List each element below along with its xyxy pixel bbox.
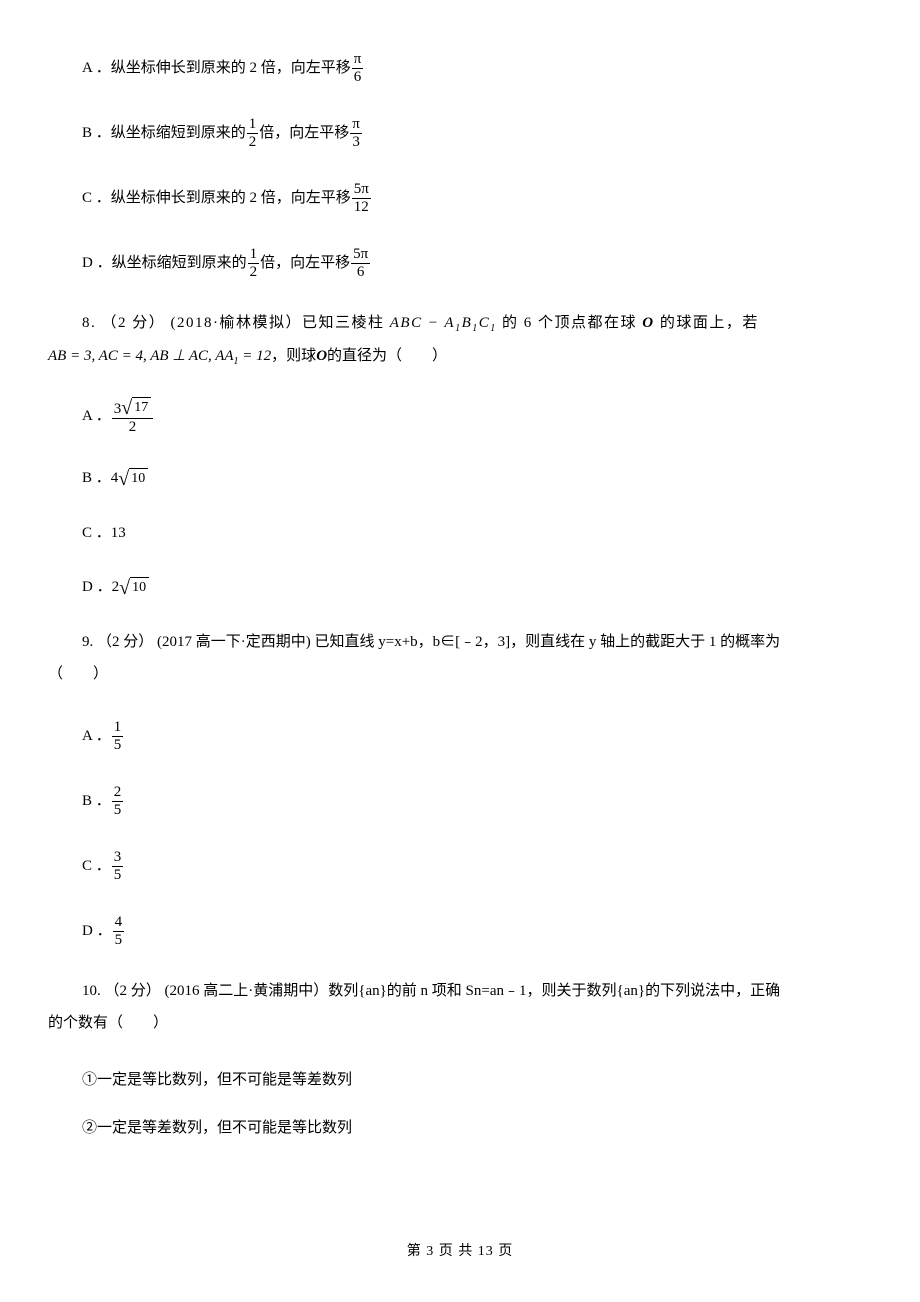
label: A ． bbox=[82, 405, 111, 428]
label: C ．13 bbox=[82, 522, 126, 545]
text: 的球面上，若 bbox=[660, 315, 759, 331]
q9-line2: （ ） bbox=[48, 663, 872, 686]
q8-line2: AB = 3, AC = 4, AB ⊥ AC, AA1 = 12 ，则球 O … bbox=[48, 345, 872, 368]
fraction-3-5: 3 5 bbox=[112, 850, 124, 883]
text: C ．纵坐标伸长到原来的 2 倍，向左平移 bbox=[82, 187, 351, 210]
fraction-1-5: 1 5 bbox=[112, 720, 124, 753]
q9-option-c: C ． 3 5 bbox=[82, 850, 872, 883]
fraction-pi-over-6: π 6 bbox=[352, 52, 364, 85]
sqrt-icon: √10 bbox=[118, 468, 148, 488]
fraction-2-5: 2 5 bbox=[112, 785, 124, 818]
text: ，则球 bbox=[271, 345, 316, 368]
q10-line2: 的个数有（ ） bbox=[48, 1012, 872, 1035]
q9-line1: 9. （2 分） (2017 高一下·定西期中) 已知直线 y=x+b，b∈[﹣… bbox=[82, 631, 872, 654]
q8-option-d: D ． 2√10 bbox=[82, 576, 872, 599]
fraction-pi-over-3: π 3 bbox=[350, 117, 362, 150]
sqrt-icon: √10 bbox=[119, 577, 149, 597]
math-O: O bbox=[316, 345, 327, 368]
q8-line1: 8. （2 分） (2018·榆林模拟）已知三棱柱 ABC − A1B1C1 的… bbox=[82, 312, 872, 335]
q10-line1: 10. （2 分） (2016 高二上·黄浦期中）数列{an}的前 n 项和 S… bbox=[82, 980, 872, 1003]
fraction-4-5: 4 5 bbox=[113, 915, 125, 948]
text: B ．纵坐标缩短到原来的 bbox=[82, 122, 246, 145]
text: 倍，向左平移 bbox=[260, 252, 350, 275]
label: B ． bbox=[82, 467, 111, 490]
page-footer: 第 3 页 共 13 页 bbox=[0, 1241, 920, 1262]
q8-option-b: B ． 4√10 bbox=[82, 467, 872, 490]
fraction-5pi-over-6: 5π 6 bbox=[351, 247, 370, 280]
text: 倍，向左平移 bbox=[259, 122, 349, 145]
q7-option-d: D ．纵坐标缩短到原来的 1 2 倍，向左平移 5π 6 bbox=[82, 247, 872, 280]
fraction-half: 1 2 bbox=[248, 247, 260, 280]
q9-option-d: D ． 4 5 bbox=[82, 915, 872, 948]
text: 8. （2 分） (2018·榆林模拟）已知三棱柱 bbox=[82, 315, 390, 331]
q9-option-a: A ． 1 5 bbox=[82, 720, 872, 753]
q7-option-a: A ．纵坐标伸长到原来的 2 倍，向左平移 π 6 bbox=[82, 52, 872, 85]
sqrt-icon: √17 bbox=[121, 397, 151, 417]
text: 的 6 个顶点都在球 bbox=[502, 315, 642, 331]
fraction-half: 1 2 bbox=[247, 117, 259, 150]
label: A ． bbox=[82, 725, 111, 748]
label: D ． bbox=[82, 920, 112, 943]
q10-stmt-1: ①一定是等比数列，但不可能是等差数列 bbox=[82, 1069, 872, 1092]
fraction-3sqrt17-over-2: 3√17 2 bbox=[112, 397, 153, 435]
text: 的直径为（ ） bbox=[327, 345, 447, 368]
q9-option-b: B ． 2 5 bbox=[82, 785, 872, 818]
text: D ．纵坐标缩短到原来的 bbox=[82, 252, 247, 275]
q8-option-c: C ．13 bbox=[82, 522, 872, 545]
q7-option-c: C ．纵坐标伸长到原来的 2 倍，向左平移 5π 12 bbox=[82, 182, 872, 215]
math-expr: ABC − A1B1C1 bbox=[390, 315, 497, 331]
math-O: O bbox=[642, 315, 654, 331]
math-expr: AB = 3, AC = 4, AB ⊥ AC, AA1 = 12 bbox=[48, 345, 271, 368]
q7-option-b: B ．纵坐标缩短到原来的 1 2 倍，向左平移 π 3 bbox=[82, 117, 872, 150]
q8-option-a: A ． 3√17 2 bbox=[82, 397, 872, 435]
text: A ．纵坐标伸长到原来的 2 倍，向左平移 bbox=[82, 57, 351, 80]
label: B ． bbox=[82, 790, 111, 813]
fraction-5pi-over-12: 5π 12 bbox=[352, 182, 371, 215]
page: A ．纵坐标伸长到原来的 2 倍，向左平移 π 6 B ．纵坐标缩短到原来的 1… bbox=[0, 0, 920, 1302]
label: C ． bbox=[82, 855, 111, 878]
label: D ． bbox=[82, 576, 112, 599]
q10-stmt-2: ②一定是等差数列，但不可能是等比数列 bbox=[82, 1117, 872, 1140]
